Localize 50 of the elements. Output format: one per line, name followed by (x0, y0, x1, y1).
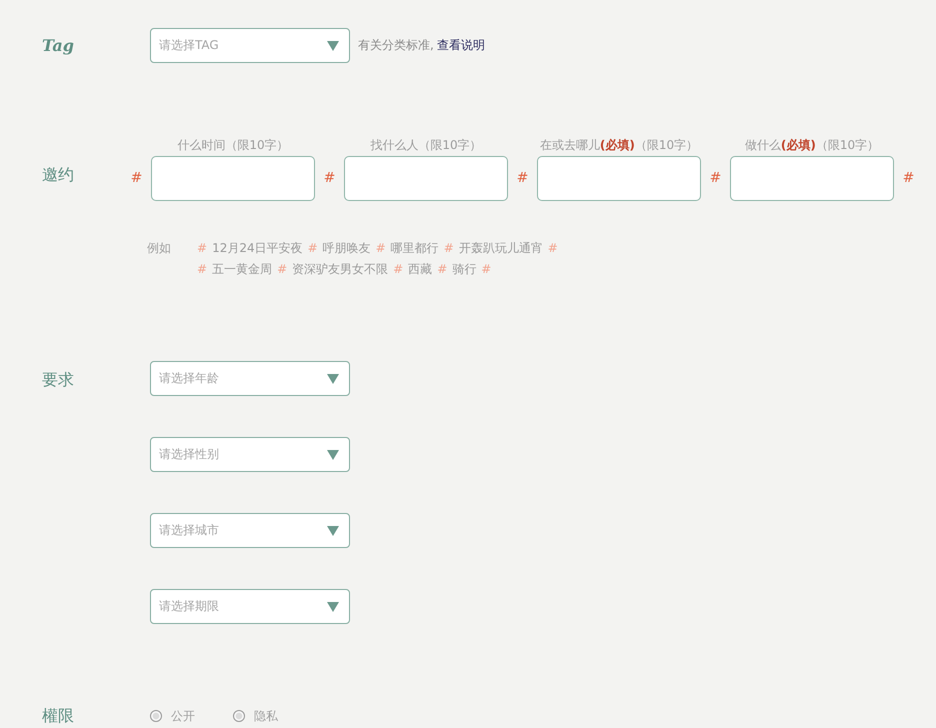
text-field[interactable] (537, 156, 701, 201)
hash-mark: # (437, 261, 448, 278)
example-label: 例如 (147, 240, 172, 257)
dropdown-select[interactable]: 请选择期限 (150, 589, 350, 624)
radio-option[interactable]: 公开 (150, 706, 195, 726)
example-tag: 资深驴友男女不限 (292, 259, 388, 280)
field-caption: 找什么人（限10字） (370, 137, 482, 153)
section-label: Tag (42, 36, 75, 56)
example-tag: 哪里都行 (390, 238, 439, 259)
field-caption: 在或去哪儿(必填)（限10字） (540, 137, 698, 153)
field-caption: 做什么(必填)（限10字） (744, 137, 880, 153)
text-field[interactable] (344, 156, 508, 201)
caret-icon (327, 374, 339, 384)
hash-mark: # (197, 240, 208, 257)
dropdown-select[interactable]: 请选择性别 (150, 437, 350, 472)
example-tag: 12月24日平安夜 (212, 238, 303, 259)
dropdown-select[interactable]: 请选择年龄 (150, 361, 350, 396)
example-tag: 呼朋唤友 (322, 238, 371, 259)
guide-link[interactable]: 查看说明 (436, 37, 485, 54)
tag-select[interactable]: 请选择TAG (150, 28, 350, 63)
hash-mark: # (376, 240, 386, 257)
example-tag: 骑行 (452, 259, 476, 280)
caret-icon (327, 450, 339, 460)
hash-mark: # (130, 169, 144, 188)
field-caption: 什么时间（限10字） (177, 137, 289, 153)
example-tag: 西藏 (408, 259, 432, 280)
hash-mark: # (516, 169, 530, 188)
hash-mark: # (322, 169, 336, 188)
text-field[interactable] (730, 156, 894, 201)
hash-mark: # (444, 240, 454, 257)
hash-mark: # (277, 261, 288, 278)
example-tag: 开轰趴玩儿通宵 (458, 238, 543, 259)
section-label: 邀约 (42, 164, 75, 186)
hash-mark: # (393, 261, 404, 278)
hash-mark: # (548, 240, 558, 257)
hash-mark: # (481, 261, 492, 278)
caret-icon (327, 40, 339, 50)
hash-mark: # (308, 240, 318, 257)
example-tag: 五一黄金周 (212, 259, 272, 280)
caret-icon (327, 526, 339, 536)
dropdown-select[interactable]: 请选择城市 (150, 513, 350, 548)
hint-text: 有关分类标准, (358, 37, 434, 54)
section-label: 權限 (42, 706, 75, 726)
hash-mark: # (708, 169, 722, 188)
caret-icon (327, 602, 339, 612)
radio-option[interactable]: 隐私 (233, 706, 278, 726)
section-label: 要求 (42, 369, 75, 391)
hash-mark: # (902, 169, 916, 188)
hash-mark: # (197, 261, 208, 278)
text-field[interactable] (151, 156, 315, 201)
